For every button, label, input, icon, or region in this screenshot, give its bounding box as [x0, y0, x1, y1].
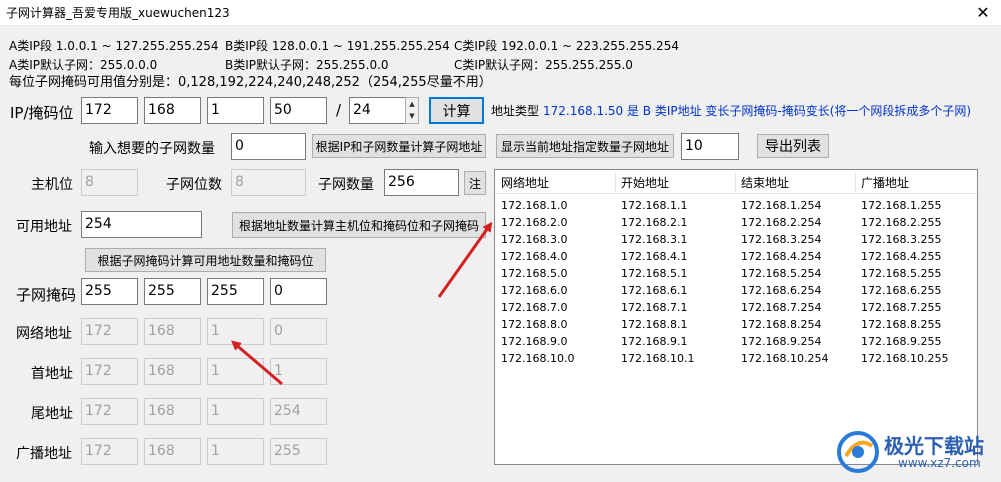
watermark-text: 极光下载站	[884, 434, 984, 458]
annotation-arrows	[230, 221, 493, 386]
logo-icon	[837, 431, 879, 473]
watermark-url: www.xz7.com	[898, 456, 981, 470]
watermark: 极光下载站 www.xz7.com	[836, 428, 996, 478]
arrow-to-list	[437, 221, 493, 298]
arrow-to-network-field	[230, 340, 283, 386]
